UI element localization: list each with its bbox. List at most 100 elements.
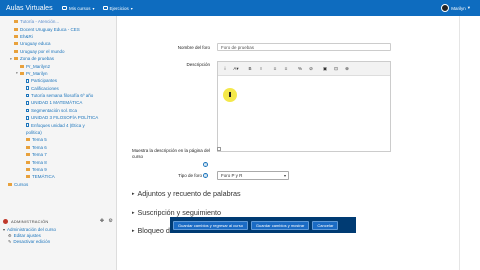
tree-item[interactable]: política): [0, 129, 116, 136]
tree-item-label: Pr_Marilyn: [26, 70, 48, 76]
tree-item-label: Tutoría - Atención...: [20, 19, 60, 25]
site-brand[interactable]: Aulas Virtuales: [0, 5, 62, 12]
tree-item-label: Tema 8: [32, 159, 47, 165]
bullet-list-icon[interactable]: ≡: [271, 65, 279, 73]
administration-title: ADMINISTRACIÓN: [11, 218, 49, 224]
page-icon: [26, 115, 29, 120]
image-icon[interactable]: ▣: [321, 65, 329, 73]
folder-icon: [8, 182, 12, 186]
tree-item[interactable]: UNIDAD 3 FILOSOFÍA POLÍTICA: [0, 114, 116, 121]
tree-item[interactable]: Tema 8: [0, 158, 116, 165]
tree-item-label: Cursos: [14, 181, 29, 187]
tree-item[interactable]: ▾ Zona de pruebas: [0, 55, 116, 62]
section-blocking[interactable]: ▸ Bloqueo de: [132, 226, 174, 235]
tree-item[interactable]: Segmentación sol. Eca: [0, 107, 116, 114]
italic-icon[interactable]: I: [257, 65, 265, 73]
help-icon[interactable]: ?: [203, 162, 208, 167]
tree-item[interactable]: Calificaciones: [0, 85, 116, 92]
info-icon[interactable]: i: [221, 65, 229, 73]
tree-item[interactable]: Eh&Ri: [0, 33, 116, 40]
save-return-button[interactable]: Guardar cambios y regresar al curso: [173, 220, 248, 230]
folder-icon: [26, 153, 30, 157]
tree-item[interactable]: Tutoría - Atención...: [0, 18, 116, 25]
tree-item[interactable]: Uruguay por el mundo: [0, 48, 116, 55]
unlink-icon[interactable]: ⊘: [307, 65, 315, 73]
tree-item[interactable]: Tutoría semana filosofía 6º año: [0, 92, 116, 99]
top-navbar: Aulas Virtuales Mis cursos ▾ Ejercicios …: [0, 0, 480, 16]
font-size-icon[interactable]: A▾: [232, 65, 240, 73]
tree-item-label: Uruguay por el mundo: [20, 48, 65, 54]
move-icon[interactable]: ✥: [100, 218, 104, 224]
more-icon[interactable]: ⊕: [343, 65, 351, 73]
tree-item[interactable]: Tema 6: [0, 144, 116, 151]
tree-item-label: Segmentación sol. Eca: [31, 107, 78, 113]
save-display-button[interactable]: Guardar cambios y mostrar: [250, 220, 310, 230]
description-label: Descripción: [186, 62, 210, 67]
my-courses-label: Mis cursos: [69, 5, 91, 11]
description-editor[interactable]: i A▾ B I ≡ ≡% ⊘ ▣ ⊡ ⊕: [217, 61, 391, 152]
forum-type-select[interactable]: Foro P y R ▾: [217, 171, 289, 180]
cancel-button[interactable]: Cancelar: [312, 220, 339, 230]
tree-item[interactable]: Tema 7: [0, 151, 116, 158]
tree-item[interactable]: Tema 5: [0, 136, 116, 143]
form-actions-bar: Guardar cambios y regresar al curso Guar…: [170, 217, 356, 233]
folder-icon: [14, 27, 18, 31]
page-icon: [26, 93, 29, 98]
folder-icon: [14, 42, 18, 46]
help-icon[interactable]: ?: [203, 173, 208, 178]
tree-item-label: Enfoques unidad 4 (Ética y: [31, 122, 85, 128]
exercises-menu[interactable]: Ejercicios ▾: [102, 6, 133, 11]
tree-item[interactable]: Uruguay educa: [0, 40, 116, 47]
link-icon[interactable]: %: [296, 65, 304, 73]
tree-item-label: política): [26, 130, 42, 136]
forum-name-label: Nombre del foro: [177, 45, 210, 50]
cursor-highlight: [223, 88, 237, 102]
media-icon[interactable]: ⊡: [332, 65, 340, 73]
user-menu[interactable]: Marilyn ▾: [441, 4, 470, 12]
section-subscription[interactable]: ▸ Suscripción y seguimiento: [132, 208, 221, 217]
my-courses-menu[interactable]: Mis cursos ▾: [62, 6, 95, 11]
page-icon: [26, 108, 29, 113]
page-icon: [26, 101, 29, 105]
editor-toolbar: i A▾ B I ≡ ≡% ⊘ ▣ ⊡ ⊕: [218, 62, 390, 76]
folder-icon: [26, 138, 30, 142]
folder-icon: [20, 71, 24, 75]
forum-name-input[interactable]: Foro de pruebas: [217, 43, 391, 51]
tree-item[interactable]: Enfoques unidad 4 (Ética y: [0, 121, 116, 128]
tree-item[interactable]: Tema 9: [0, 166, 116, 173]
show-description-checkbox[interactable]: [217, 147, 221, 151]
tree-item-label: Tema 5: [32, 137, 47, 143]
page-icon: [26, 123, 29, 127]
tree-item[interactable]: Cursos: [0, 181, 116, 188]
tree-item-label: Docent Uruguay Educa - CES: [20, 26, 80, 32]
folder-icon: [14, 34, 18, 38]
bold-icon[interactable]: B: [246, 65, 254, 73]
numbered-list-icon[interactable]: ≡: [282, 65, 290, 73]
tree-item[interactable]: TEMÁTICA: [0, 173, 116, 180]
chevron-down-icon: ▾: [10, 56, 12, 61]
tree-item-label: UNIDAD 1 MATEMÁTICA: [31, 100, 83, 106]
folder-icon: [26, 160, 30, 164]
tree-item-label: Participantes: [31, 78, 58, 84]
tree-item-label: Pr_Marilyn2: [26, 63, 51, 69]
settings-icon[interactable]: ⚙: [108, 218, 113, 224]
section-attachments[interactable]: ▸ Adjuntos y recuento de palabras: [132, 189, 241, 198]
tree-item[interactable]: UNIDAD 1 MATEMÁTICA: [0, 99, 116, 106]
tree-item-label: Eh&Ri: [20, 33, 33, 39]
gear-icon: [3, 218, 8, 224]
toggle-editing-link[interactable]: ✎ Desactivar edición: [3, 238, 113, 244]
folder-icon: [20, 64, 24, 68]
sidebar: Tutoría - Atención... Docent Uruguay Educ…: [0, 16, 117, 270]
tree-item-label: Tema 9: [32, 167, 47, 172]
navigation-tree: Tutoría - Atención... Docent Uruguay Educ…: [0, 16, 116, 188]
folder-icon: [14, 49, 18, 53]
tree-item[interactable]: Participantes: [0, 77, 116, 84]
tree-item-label: Tutoría semana filosofía 6º año: [31, 93, 94, 99]
tree-item-label: Tema 6: [32, 144, 47, 150]
pencil-icon: ✎: [8, 238, 12, 244]
tree-item[interactable]: ▾ Pr_Marilyn: [0, 70, 116, 77]
tree-item[interactable]: Docent Uruguay Educa - CES: [0, 25, 116, 32]
tree-item[interactable]: Pr_Marilyn2: [0, 62, 116, 69]
chevron-down-icon: ▾: [467, 5, 470, 10]
tree-item-label: Zona de pruebas: [20, 56, 55, 62]
